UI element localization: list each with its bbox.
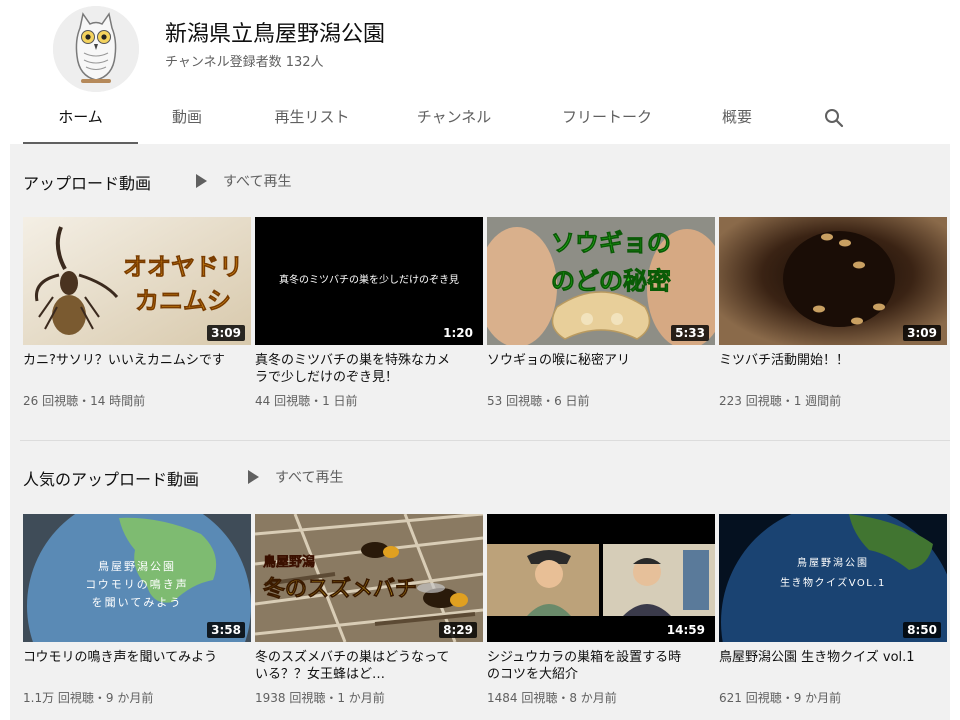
tab-free-talk[interactable]: フリートーク (544, 96, 670, 142)
thumb-caption: 冬のスズメバチ (263, 576, 417, 602)
channel-header: 新潟県立鳥屋野潟公園 チャンネル登録者数 132人 ホーム 動画 再生リスト チ… (10, 0, 950, 144)
video-duration: 8:50 (903, 622, 941, 638)
play-all-popular-button[interactable]: すべて再生 (248, 465, 343, 489)
thumb-caption: 生き物クイズVOL.1 (780, 576, 886, 589)
video-title[interactable]: コウモリの鳴き声を聞いてみよう (23, 649, 228, 683)
video-thumbnail[interactable]: 鳥屋野潟公園 コウモリの鳴き声 を聞いてみよう 3:58 (23, 514, 251, 642)
video-card[interactable]: オオヤドリ カニムシ 3:09 カニ?サソリ？いいえカニムシです 26 回視聴・… (23, 217, 251, 409)
video-meta: 44 回視聴・1 日前 (255, 394, 358, 408)
play-icon (248, 470, 259, 484)
thumb-caption: 鳥屋野潟 (263, 554, 315, 570)
video-title[interactable]: 真冬のミツバチの巣を特殊なカメラで少しだけのぞき見！ (255, 352, 460, 386)
search-button[interactable] (822, 106, 846, 130)
video-thumbnail[interactable]: 真冬のミツバチの巣を少しだけのぞき見 1:20 (255, 217, 483, 345)
video-meta: 53 回視聴・6 日前 (487, 394, 590, 408)
video-duration: 3:58 (207, 622, 245, 638)
channel-avatar[interactable] (53, 6, 139, 92)
thumb-caption: カニムシ (135, 287, 231, 315)
section-divider (20, 440, 950, 441)
video-title[interactable]: ソウギョの喉に秘密アリ (487, 352, 692, 386)
video-title[interactable]: 冬のスズメバチの巣はどうなっている？？女王蜂はど… (255, 649, 460, 683)
video-thumbnail[interactable]: 鳥屋野潟 冬のスズメバチ 8:29 (255, 514, 483, 642)
video-duration: 1:20 (439, 325, 477, 341)
tab-about[interactable]: 概要 (704, 96, 770, 142)
subscriber-count: チャンネル登録者数 132人 (165, 55, 324, 70)
video-card[interactable]: 鳥屋野潟公園 コウモリの鳴き声 を聞いてみよう 3:58 コウモリの鳴き声を聞い… (23, 514, 251, 706)
play-all-label: すべて再生 (275, 470, 344, 486)
thumb-caption: 鳥屋野潟公園 (98, 559, 176, 573)
play-icon (196, 174, 207, 188)
video-duration: 5:33 (671, 325, 709, 341)
thumb-caption: を聞いてみよう (92, 596, 183, 609)
video-card[interactable]: 14:59 シジュウカラの巣箱を設置する時のコツを大紹介 1484 回視聴・8 … (487, 514, 715, 706)
video-card[interactable]: 真冬のミツバチの巣を少しだけのぞき見 1:20 真冬のミツバチの巣を特殊なカメラ… (255, 217, 483, 409)
video-meta: 26 回視聴・14 時間前 (23, 394, 146, 408)
video-card[interactable]: ソウギョの のどの秘密 5:33 ソウギョの喉に秘密アリ 53 回視聴・6 日前 (487, 217, 715, 409)
video-title[interactable]: シジュウカラの巣箱を設置する時のコツを大紹介 (487, 649, 692, 683)
play-all-label: すべて再生 (223, 174, 292, 190)
section-title-uploads: アップロード動画 (23, 174, 152, 193)
video-thumbnail[interactable]: ソウギョの のどの秘密 5:33 (487, 217, 715, 345)
tab-channels[interactable]: チャンネル (398, 96, 510, 142)
video-title[interactable]: ミツバチ活動開始！！ (719, 352, 924, 386)
video-meta: 1484 回視聴・8 か月前 (487, 691, 617, 705)
section-title-popular: 人気のアップロード動画 (23, 470, 200, 489)
thumb-caption: オオヤドリ (123, 253, 243, 281)
video-duration: 8:29 (439, 622, 477, 638)
video-card[interactable]: 鳥屋野潟公園 生き物クイズVOL.1 8:50 鳥屋野潟公園 生き物クイズ vo… (719, 514, 947, 706)
thumb-caption: コウモリの鳴き声 (85, 577, 189, 591)
tab-home[interactable]: ホーム (23, 96, 138, 144)
search-icon (825, 109, 844, 128)
video-meta: 223 回視聴・1 週間前 (719, 394, 842, 408)
video-duration: 3:09 (207, 325, 245, 341)
video-thumbnail[interactable]: 鳥屋野潟公園 生き物クイズVOL.1 8:50 (719, 514, 947, 642)
tab-videos[interactable]: 動画 (142, 96, 232, 142)
play-all-uploads-button[interactable]: すべて再生 (196, 169, 291, 193)
channel-name: 新潟県立鳥屋野潟公園 (165, 22, 386, 47)
video-meta: 621 回視聴・9 か月前 (719, 691, 842, 705)
video-meta: 1938 回視聴・1 か月前 (255, 691, 385, 705)
video-meta: 1.1万 回視聴・9 か月前 (23, 691, 154, 705)
thumb-caption: のどの秘密 (551, 267, 671, 295)
video-title[interactable]: 鳥屋野潟公園 生き物クイズ vol.1 (719, 649, 924, 683)
page: 新潟県立鳥屋野潟公園 チャンネル登録者数 132人 ホーム 動画 再生リスト チ… (10, 0, 950, 720)
video-card[interactable]: 3:09 ミツバチ活動開始！！ 223 回視聴・1 週間前 (719, 217, 947, 409)
owl-icon (53, 6, 139, 92)
video-title[interactable]: カニ?サソリ？いいえカニムシです (23, 352, 228, 386)
video-duration: 14:59 (662, 622, 709, 638)
tab-playlists[interactable]: 再生リスト (258, 96, 366, 142)
video-thumbnail[interactable]: オオヤドリ カニムシ 3:09 (23, 217, 251, 345)
video-duration: 3:09 (903, 325, 941, 341)
thumb-caption: 鳥屋野潟公園 (797, 556, 869, 569)
video-card[interactable]: 鳥屋野潟 冬のスズメバチ 8:29 冬のスズメバチの巣はどうなっている？？女王蜂… (255, 514, 483, 706)
video-thumbnail[interactable]: 3:09 (719, 217, 947, 345)
video-thumbnail[interactable]: 14:59 (487, 514, 715, 642)
thumb-caption: ソウギョの (551, 229, 671, 257)
channel-tabs: ホーム 動画 再生リスト チャンネル フリートーク 概要 (10, 96, 950, 144)
thumb-caption: 真冬のミツバチの巣を少しだけのぞき見 (279, 273, 459, 286)
